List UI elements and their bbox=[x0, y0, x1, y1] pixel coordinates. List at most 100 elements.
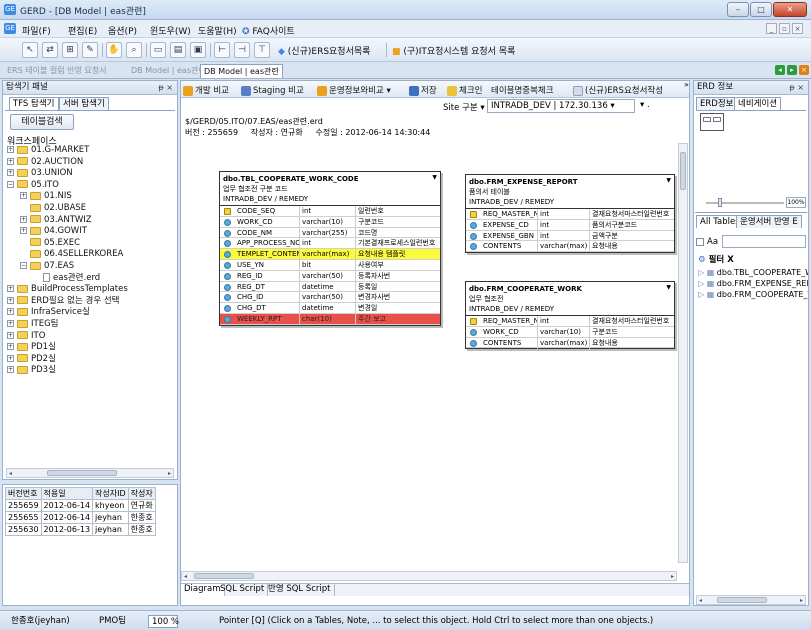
mdi-close-button[interactable]: × bbox=[792, 23, 803, 34]
entity-column-row[interactable]: REQ_MASTER_NOint 결재요청서마스터일련번호 bbox=[466, 316, 674, 327]
site-select[interactable]: INTRADB_DEV | 172.30.136 ▾ bbox=[487, 99, 635, 113]
doc-tab-db-model-active[interactable]: DB Model | eas관련 bbox=[200, 64, 283, 78]
erd-panel-pin-icon[interactable]: ᵽ × bbox=[789, 81, 804, 94]
dup-check-button[interactable]: 테이블명중복체크 bbox=[491, 84, 554, 96]
entity-column-row[interactable]: CODE_SEQ int 일련번호 bbox=[220, 206, 440, 217]
tree-folder-item[interactable]: + ITO bbox=[7, 331, 45, 342]
entity-column-row[interactable]: CONTENTS varchar(max) 요청내용 bbox=[466, 337, 674, 349]
case-sensitive-checkbox[interactable]: Aa bbox=[696, 237, 718, 247]
entity-tbl-cooperate-work-code[interactable]: dbo.TBL_COOPERATE_WORK_CODE 업무 협조전 구분 코드 I… bbox=[219, 171, 441, 326]
tab-erd-info[interactable]: ERD정보 bbox=[696, 97, 738, 110]
entity-header[interactable]: dbo.FRM_EXPENSE_REPORT 품의서 테이블 INTRADB_DEV… bbox=[466, 175, 674, 209]
canvas-scroll-left-icon[interactable]: ◂ bbox=[184, 573, 187, 580]
hand-tool-icon[interactable]: ✋ bbox=[106, 42, 122, 58]
explorer-horizontal-scrollbar[interactable]: ◂ ▸ bbox=[6, 468, 174, 478]
tree-folder-item[interactable]: 05.EXEC bbox=[20, 238, 80, 249]
close-button[interactable]: ✕ bbox=[773, 2, 807, 17]
tab-prev-icon[interactable]: ◂ bbox=[775, 65, 785, 75]
tab-close-icon[interactable]: × bbox=[799, 65, 809, 75]
checkin-button[interactable]: 체크인 bbox=[447, 84, 482, 96]
relation-tool-icon[interactable]: ⇄ bbox=[42, 42, 58, 58]
toolbar-it-request-link[interactable]: ■ (구)IT요청시스템 요청서 목록 bbox=[392, 44, 515, 57]
tree-folder-item[interactable]: +04.GOWIT bbox=[20, 226, 87, 237]
zoom-slider[interactable]: 100% bbox=[696, 197, 806, 209]
erd-scroll-left-icon[interactable]: ◂ bbox=[699, 597, 702, 604]
tree-folder-item[interactable]: +01.G-MARKET bbox=[7, 145, 89, 156]
history-row[interactable]: 255659 2012-06-14 khyeon 연규화 bbox=[5, 499, 156, 512]
pencil-tool-icon[interactable]: ✎ bbox=[82, 42, 98, 58]
expand-icon[interactable]: + bbox=[7, 285, 14, 293]
tree-folder-item[interactable]: + BuildProcessTemplates bbox=[7, 284, 128, 295]
canvas-horizontal-scrollbar[interactable]: ◂ ▸ bbox=[181, 571, 677, 581]
entity-column-row[interactable]: REG_DT datetime 등록일 bbox=[220, 281, 440, 293]
history-row[interactable]: 255655 2012-06-14 jeyhan 한종호 bbox=[5, 511, 156, 524]
tab-tfs-explorer[interactable]: TFS 탐색기 bbox=[9, 97, 59, 110]
tree-folder-item[interactable]: + ERD필요 없는 경우 선택 bbox=[7, 296, 120, 307]
tree-folder-item[interactable]: +01.NIS bbox=[20, 191, 72, 202]
collapse-icon[interactable]: − bbox=[7, 180, 14, 188]
history-column-header[interactable]: 적용일 bbox=[40, 487, 94, 500]
new-ers-button[interactable]: (신규)ERS요청서작성 bbox=[573, 84, 663, 96]
menu-file[interactable]: 파일(F) bbox=[22, 24, 51, 37]
menu-edit[interactable]: 편집(E) bbox=[68, 24, 97, 37]
filter-table-item[interactable]: ▷ ▦ dbo.TBL_COOPERATE_WOR bbox=[698, 267, 808, 278]
collapse-icon[interactable]: − bbox=[20, 262, 27, 269]
tree-folder-item[interactable]: − 07.EAS bbox=[20, 261, 74, 272]
entity-column-row[interactable]: USE_YN bit 사용여부 bbox=[220, 259, 440, 271]
entity-column-row[interactable]: CHG_ID varchar(50) 변경자사번 bbox=[220, 292, 440, 304]
expand-icon[interactable]: + bbox=[7, 296, 14, 304]
expand-icon[interactable]: + bbox=[20, 192, 27, 200]
scroll-thumb[interactable] bbox=[47, 470, 117, 476]
tree-folder-item[interactable]: + PD1실 bbox=[7, 342, 56, 353]
canvas-hscroll-thumb[interactable] bbox=[194, 573, 254, 579]
history-column-header[interactable]: 작성자 bbox=[127, 487, 156, 500]
doc-tab-ers-request[interactable]: ERS 테이블 컬럼 반영 요청서 bbox=[4, 64, 109, 78]
tab-next-icon[interactable]: ▸ bbox=[787, 65, 797, 75]
zoom-tool-icon[interactable]: ⌕ bbox=[126, 42, 142, 58]
expand-icon[interactable]: + bbox=[20, 227, 27, 235]
panel-pin-icon[interactable]: ᵽ × bbox=[158, 81, 173, 94]
table-tool-icon[interactable]: ⊞ bbox=[62, 42, 78, 58]
panel-collapse-icon[interactable]: » bbox=[684, 80, 692, 94]
expand-icon[interactable]: + bbox=[7, 354, 14, 362]
scroll-left-icon[interactable]: ◂ bbox=[9, 470, 12, 477]
vscroll-thumb[interactable] bbox=[680, 152, 686, 190]
entity-menu-icon[interactable]: ▼ bbox=[666, 283, 671, 293]
expand-icon[interactable]: + bbox=[7, 366, 14, 374]
expand-icon[interactable]: + bbox=[7, 146, 14, 153]
table-search-button[interactable]: 테이블검색 bbox=[10, 114, 74, 130]
entity-column-row[interactable]: CONTENTS varchar(max) 요청내용 bbox=[466, 241, 674, 253]
filter-label[interactable]: ⚙ 필터 X bbox=[698, 253, 734, 265]
entity-column-row[interactable]: EXPENSE_GBN int 금액구분 bbox=[466, 230, 674, 242]
expand-icon[interactable]: + bbox=[7, 157, 14, 165]
tree-folder-item[interactable]: + InfraService실 bbox=[7, 307, 90, 318]
doc-tab-db-model-1[interactable]: DB Model | eas관련 bbox=[128, 64, 209, 78]
menu-window[interactable]: 윈도우(W) bbox=[150, 24, 191, 37]
tree-folder-item[interactable]: +02.AUCTION bbox=[7, 157, 83, 168]
entity-menu-icon[interactable]: ▼ bbox=[432, 173, 437, 183]
tree-folder-item[interactable]: + PD3실 bbox=[7, 365, 56, 376]
entity-column-row[interactable]: REQ_MASTER_NOint 결재요청서마스터일련번호 bbox=[466, 209, 674, 220]
expand-icon[interactable]: + bbox=[7, 169, 14, 177]
entity-frm-cooperate-work[interactable]: dbo.FRM_COOPERATE_WORK 업무 협조전 INTRADB_DEV … bbox=[465, 281, 675, 350]
filter-search-input[interactable] bbox=[722, 235, 806, 248]
entity-header[interactable]: dbo.FRM_COOPERATE_WORK 업무 협조전 INTRADB_DEV … bbox=[466, 282, 674, 316]
entity-frm-expense-report[interactable]: dbo.FRM_EXPENSE_REPORT 품의서 테이블 INTRADB_DEV… bbox=[465, 174, 675, 254]
maximize-button[interactable]: □ bbox=[750, 2, 772, 17]
tab-apply-sql-script[interactable]: 반영 SQL Script bbox=[265, 584, 335, 596]
history-column-header[interactable]: 작성자ID bbox=[92, 487, 129, 500]
entity-column-row[interactable]: TEMPLET_CONTENTSvarchar(max) 요청내용 템플릿 bbox=[220, 249, 440, 261]
prod-compare-button[interactable]: 운영정보와비교 ▾ bbox=[317, 84, 391, 96]
tab-navigation[interactable]: 네비게이션 bbox=[734, 97, 782, 110]
history-column-header[interactable]: 버전번호 bbox=[5, 487, 42, 500]
expand-icon[interactable]: + bbox=[7, 308, 14, 316]
checkbox-box[interactable] bbox=[696, 237, 704, 246]
tree-folder-item[interactable]: 02.UBASE bbox=[20, 203, 86, 214]
expand-icon[interactable]: + bbox=[7, 320, 14, 327]
toolbar-ers-list-link[interactable]: ◆ (신규)ERS요청서목록 bbox=[278, 44, 370, 57]
save-button[interactable]: 저장 bbox=[409, 84, 437, 96]
entity-menu-icon[interactable]: ▼ bbox=[666, 176, 671, 186]
zoom-thumb[interactable] bbox=[718, 198, 722, 207]
entity-column-row[interactable]: CODE_NM varchar(255) 코드명 bbox=[220, 227, 440, 239]
menu-faq[interactable]: ✪ FAQ사이트 bbox=[242, 24, 295, 37]
